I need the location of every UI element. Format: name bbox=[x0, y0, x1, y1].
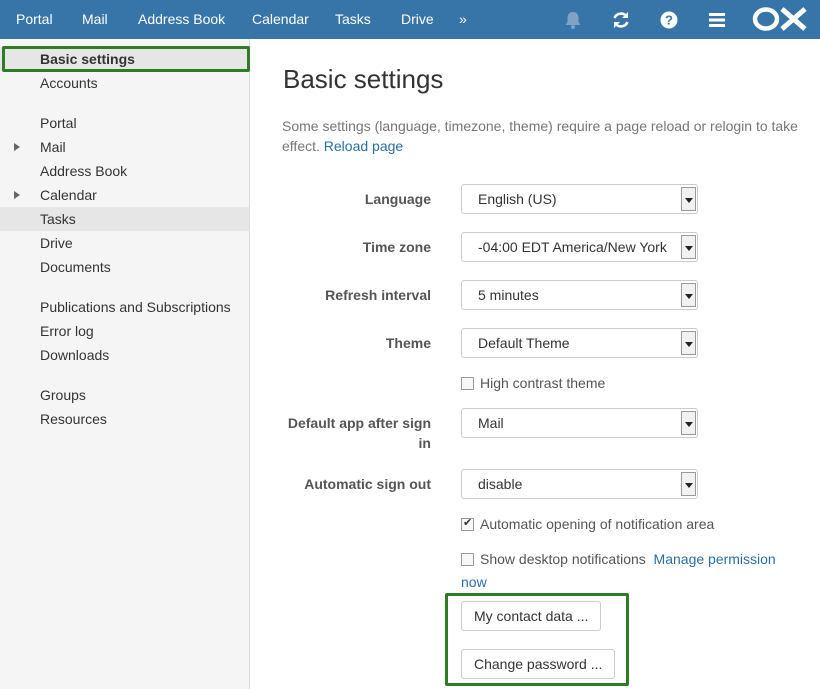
change-password-button[interactable]: Change password ... bbox=[461, 649, 616, 679]
theme-label: Theme bbox=[385, 335, 431, 351]
sidebar-item-documents[interactable]: Documents bbox=[0, 255, 249, 279]
desktop-notifications-label: Show desktop notifications bbox=[480, 551, 646, 567]
chevron-down-icon bbox=[681, 283, 696, 307]
menu-icon[interactable] bbox=[706, 9, 728, 31]
sidebar-item-publications[interactable]: Publications and Subscriptions bbox=[0, 295, 249, 319]
sidebar-item-resources[interactable]: Resources bbox=[0, 407, 249, 431]
nav-calendar[interactable]: Calendar bbox=[252, 11, 309, 27]
top-bar: Portal Mail Address Book Calendar Tasks … bbox=[0, 0, 820, 39]
auto-notification-checkbox[interactable] bbox=[461, 516, 474, 531]
ox-logo bbox=[752, 6, 810, 32]
sidebar-item-label: Address Book bbox=[40, 163, 128, 179]
my-contact-data-button[interactable]: My contact data ... bbox=[461, 601, 602, 631]
chevron-down-icon bbox=[681, 187, 696, 211]
sidebar-item-label: Publications and Subscriptions bbox=[40, 299, 231, 315]
sidebar-item-label: Resources bbox=[40, 411, 107, 427]
sidebar-item-label: Mail bbox=[40, 139, 66, 155]
timezone-label: Time zone bbox=[362, 239, 431, 255]
sidebar-item-error-log[interactable]: Error log bbox=[0, 319, 249, 343]
sidebar-item-tasks[interactable]: Tasks bbox=[0, 207, 249, 231]
sidebar-item-groups[interactable]: Groups bbox=[0, 383, 249, 407]
sidebar-item-accounts[interactable]: Accounts bbox=[0, 71, 249, 95]
info-text: Some settings (language, timezone, theme… bbox=[282, 116, 802, 156]
sidebar-item-label: Downloads bbox=[40, 347, 110, 363]
language-value: English (US) bbox=[478, 191, 557, 207]
nav-tasks[interactable]: Tasks bbox=[335, 11, 371, 27]
reload-page-link[interactable]: Reload page bbox=[324, 138, 403, 154]
chevron-down-icon bbox=[681, 235, 696, 259]
chevron-down-icon bbox=[681, 472, 696, 496]
sidebar-item-label: Portal bbox=[40, 115, 77, 131]
sidebar-item-label: Accounts bbox=[40, 75, 98, 91]
auto-signout-label: Automatic sign out bbox=[304, 476, 431, 492]
sidebar-item-mail[interactable]: Mail bbox=[0, 135, 249, 159]
sidebar-item-label: Tasks bbox=[40, 211, 76, 227]
sidebar-item-portal[interactable]: Portal bbox=[0, 111, 249, 135]
auto-notification-label: Automatic opening of notification area bbox=[480, 516, 715, 532]
timezone-select[interactable]: -04:00 EDT America/New York bbox=[461, 232, 698, 262]
default-app-label: Default app after sign in bbox=[287, 415, 431, 451]
nav-portal[interactable]: Portal bbox=[16, 11, 53, 27]
sidebar: Basic settings Accounts Portal Mail Addr… bbox=[0, 39, 250, 689]
sidebar-item-label: Groups bbox=[40, 387, 86, 403]
auto-signout-select[interactable]: disable bbox=[461, 469, 698, 499]
default-app-value: Mail bbox=[478, 415, 504, 431]
svg-text:?: ? bbox=[665, 13, 673, 28]
high-contrast-label: High contrast theme bbox=[480, 375, 606, 391]
theme-select[interactable]: Default Theme bbox=[461, 328, 698, 358]
expand-caret-icon[interactable] bbox=[14, 143, 20, 151]
default-app-select[interactable]: Mail bbox=[461, 408, 698, 438]
nav-more[interactable]: » bbox=[459, 11, 467, 27]
sidebar-item-label: Documents bbox=[40, 259, 111, 275]
desktop-notifications-checkbox[interactable] bbox=[461, 553, 474, 566]
sidebar-item-address-book[interactable]: Address Book bbox=[0, 159, 249, 183]
sidebar-item-label: Basic settings bbox=[40, 51, 135, 67]
sidebar-item-label: Drive bbox=[40, 235, 73, 251]
nav-drive[interactable]: Drive bbox=[401, 11, 434, 27]
refresh-label: Refresh interval bbox=[325, 287, 431, 303]
high-contrast-checkbox[interactable] bbox=[461, 377, 474, 390]
refresh-icon[interactable] bbox=[610, 9, 632, 31]
sidebar-item-downloads[interactable]: Downloads bbox=[0, 343, 249, 367]
nav-address-book[interactable]: Address Book bbox=[138, 11, 225, 27]
auto-signout-value: disable bbox=[478, 476, 523, 492]
sidebar-item-basic-settings[interactable]: Basic settings bbox=[0, 47, 249, 71]
help-icon[interactable]: ? bbox=[658, 9, 680, 31]
desktop-notifications-row: Show desktop notifications Manage permis… bbox=[461, 548, 791, 594]
nav-mail[interactable]: Mail bbox=[82, 11, 108, 27]
bell-icon[interactable] bbox=[562, 9, 584, 31]
high-contrast-row: High contrast theme bbox=[461, 375, 605, 391]
page-title: Basic settings bbox=[283, 64, 444, 94]
timezone-value: -04:00 EDT America/New York bbox=[478, 239, 667, 255]
sidebar-item-label: Error log bbox=[40, 323, 94, 339]
sidebar-item-calendar[interactable]: Calendar bbox=[0, 183, 249, 207]
language-label: Language bbox=[364, 191, 431, 207]
expand-caret-icon[interactable] bbox=[14, 191, 20, 199]
sidebar-item-label: Calendar bbox=[40, 187, 97, 203]
sidebar-item-drive[interactable]: Drive bbox=[0, 231, 249, 255]
chevron-down-icon bbox=[681, 411, 696, 435]
auto-notification-row: Automatic opening of notification area bbox=[461, 516, 714, 532]
chevron-down-icon bbox=[681, 331, 696, 355]
theme-value: Default Theme bbox=[478, 335, 570, 351]
refresh-value: 5 minutes bbox=[478, 287, 539, 303]
refresh-select[interactable]: 5 minutes bbox=[461, 280, 698, 310]
language-select[interactable]: English (US) bbox=[461, 184, 698, 214]
